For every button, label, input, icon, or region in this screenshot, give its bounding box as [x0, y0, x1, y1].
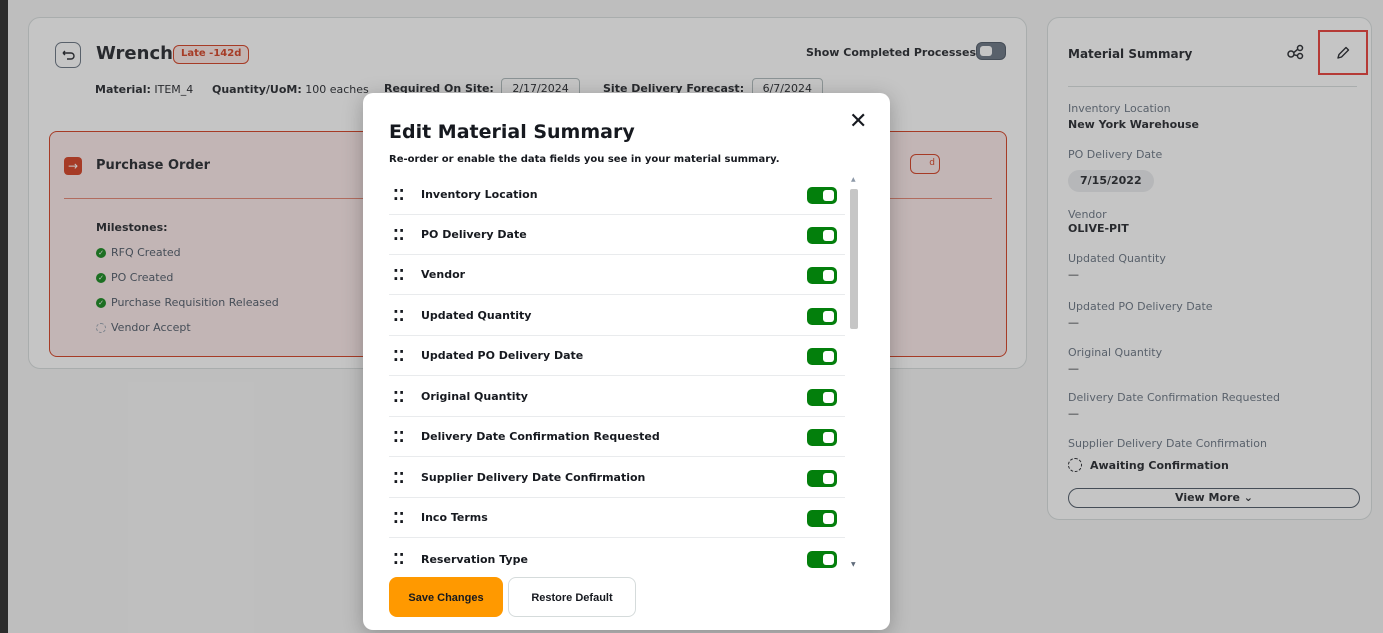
- field-row[interactable]: ⁚⁚ Reservation Type: [389, 539, 845, 573]
- field-list: ⁚⁚ Inventory Location ⁚⁚ PO Delivery Dat…: [389, 175, 845, 573]
- field-label: Delivery Date Confirmation Requested: [421, 430, 660, 443]
- edit-material-summary-modal: Edit Material Summary ✕ Re-order or enab…: [363, 93, 890, 630]
- field-row[interactable]: ⁚⁚ Inco Terms: [389, 498, 845, 538]
- drag-handle-icon[interactable]: ⁚⁚: [393, 429, 407, 444]
- field-row[interactable]: ⁚⁚ PO Delivery Date: [389, 215, 845, 255]
- drag-handle-icon[interactable]: ⁚⁚: [393, 348, 407, 363]
- field-label: Updated Quantity: [421, 309, 532, 322]
- field-list-scrollbar[interactable]: ▲ ▼: [849, 176, 859, 573]
- field-row[interactable]: ⁚⁚ Delivery Date Confirmation Requested: [389, 417, 845, 457]
- drag-handle-icon[interactable]: ⁚⁚: [393, 308, 407, 323]
- window-edge: [0, 0, 8, 633]
- modal-subtitle: Re-order or enable the data fields you s…: [389, 154, 780, 165]
- drag-handle-icon[interactable]: ⁚⁚: [393, 510, 407, 525]
- drag-handle-icon[interactable]: ⁚⁚: [393, 389, 407, 404]
- field-toggle[interactable]: [807, 470, 837, 487]
- drag-handle-icon[interactable]: ⁚⁚: [393, 187, 407, 202]
- field-label: Inventory Location: [421, 188, 538, 201]
- restore-default-button[interactable]: Restore Default: [508, 577, 636, 617]
- field-row[interactable]: ⁚⁚ Original Quantity: [389, 377, 845, 417]
- field-label: Updated PO Delivery Date: [421, 349, 584, 362]
- field-toggle[interactable]: [807, 187, 837, 204]
- field-row[interactable]: ⁚⁚ Updated PO Delivery Date: [389, 336, 845, 376]
- scroll-up-icon[interactable]: ▲: [851, 176, 856, 183]
- field-row[interactable]: ⁚⁚ Supplier Delivery Date Confirmation: [389, 458, 845, 498]
- field-toggle[interactable]: [807, 308, 837, 325]
- field-toggle[interactable]: [807, 227, 837, 244]
- scrollbar-thumb[interactable]: [850, 189, 858, 329]
- field-row[interactable]: ⁚⁚ Updated Quantity: [389, 296, 845, 336]
- drag-handle-icon[interactable]: ⁚⁚: [393, 552, 407, 567]
- close-icon[interactable]: ✕: [849, 109, 867, 134]
- drag-handle-icon[interactable]: ⁚⁚: [393, 470, 407, 485]
- save-changes-button[interactable]: Save Changes: [389, 577, 503, 617]
- field-toggle[interactable]: [807, 429, 837, 446]
- field-label: Supplier Delivery Date Confirmation: [421, 471, 646, 484]
- field-toggle[interactable]: [807, 267, 837, 284]
- field-row[interactable]: ⁚⁚ Inventory Location: [389, 175, 845, 215]
- scroll-down-icon[interactable]: ▼: [851, 561, 856, 568]
- field-label: Reservation Type: [421, 552, 528, 566]
- field-label: Vendor: [421, 268, 466, 281]
- drag-handle-icon[interactable]: ⁚⁚: [393, 267, 407, 282]
- field-toggle[interactable]: [807, 551, 837, 568]
- drag-handle-icon[interactable]: ⁚⁚: [393, 227, 407, 242]
- field-toggle[interactable]: [807, 389, 837, 406]
- field-label: Original Quantity: [421, 390, 528, 403]
- field-row[interactable]: ⁚⁚ Vendor: [389, 255, 845, 295]
- modal-title: Edit Material Summary: [389, 121, 635, 143]
- field-label: PO Delivery Date: [421, 228, 527, 241]
- field-toggle[interactable]: [807, 510, 837, 527]
- field-toggle[interactable]: [807, 348, 837, 365]
- field-label: Inco Terms: [421, 511, 488, 524]
